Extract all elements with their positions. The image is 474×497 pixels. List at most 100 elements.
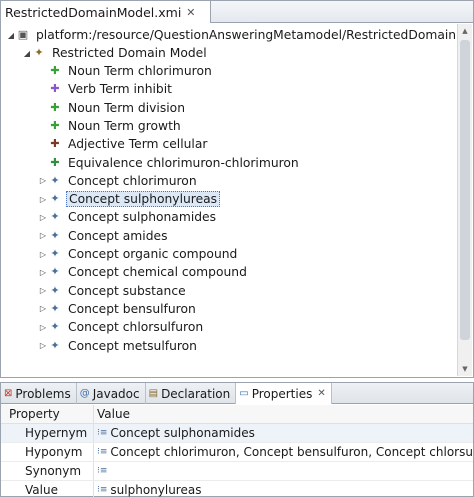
concept-term-icon: ✦ [50,173,60,187]
tree-item-label: Verb Term inhibit [68,82,172,97]
tree-item[interactable]: ✚ Adjective Term cellular [38,135,209,153]
tree-item[interactable]: ✚ Noun Term division [38,99,187,117]
tab-declaration[interactable]: ▤ Declaration [146,383,237,404]
tree-model-label: Restricted Domain Model [52,46,207,60]
adj-term-icon: ✚ [50,137,60,151]
tree-item[interactable]: ✚ Noun Term growth [38,117,183,135]
property-value[interactable]: ⁝≡ Concept chlorimuron, Concept bensulfur… [94,443,473,461]
tree-item[interactable]: ▷ ✦ Concept amides [38,227,169,245]
property-value-text: Concept sulphonamides [110,426,255,440]
property-row[interactable]: Hypernym ⁝≡ Concept sulphonamides [1,424,473,443]
tree-item[interactable]: ✚ Verb Term inhibit [38,80,174,98]
collapsed-arrow-icon[interactable]: ▷ [38,250,48,259]
property-value[interactable]: ⁝≡ Concept sulphonamides [94,424,473,442]
editor-tab-restricted-domain-model[interactable]: RestrictedDomainModel.xmi ✕ [1,1,211,23]
tree-item-label: Noun Term growth [68,118,181,133]
property-row[interactable]: Value ⁝≡ sulphonylureas [1,481,473,497]
collapsed-arrow-icon[interactable]: ▷ [38,213,48,222]
tree-root-resource[interactable]: ◢ ▣ platform:/resource/QuestionAnswering… [6,26,457,44]
property-row[interactable]: Hyponym ⁝≡ Concept chlorimuron, Concept be… [1,443,473,462]
tab-javadoc[interactable]: @ Javadoc [77,383,146,404]
scroll-up-arrow-icon[interactable]: ▲ [458,24,472,38]
tree-item-label: Concept substance [68,283,186,298]
tree-item-label: Equivalence chlorimuron-chlorimuron [68,155,299,170]
verb-term-icon: ✚ [50,82,60,96]
tree-item[interactable]: ▷ ✦ Concept sulphonamides [38,208,218,226]
collapsed-arrow-icon[interactable]: ▷ [38,304,48,313]
tree-item-label: Concept chlorimuron [68,173,197,188]
collapsed-arrow-icon[interactable]: ▷ [38,286,48,295]
expanded-arrow-icon[interactable]: ◢ [6,31,16,40]
tree-item-label: Concept bensulfuron [68,301,196,316]
property-row[interactable]: Synonym ⁝≡ [1,462,473,481]
expanded-arrow-icon[interactable]: ◢ [22,49,32,58]
collapsed-arrow-icon[interactable]: ▷ [38,195,48,204]
editor-tab-label: RestrictedDomainModel.xmi [5,4,182,20]
editor-tab-bar: RestrictedDomainModel.xmi ✕ [1,1,473,23]
tree-model-node[interactable]: ◢ ✦ Restricted Domain Model [22,44,209,62]
property-name: Value [1,481,94,497]
concept-term-icon: ✦ [50,265,60,279]
tree-item-label: Concept metsulfuron [68,338,197,353]
close-icon[interactable]: ✕ [186,6,195,19]
tree-item[interactable]: ▷ ✦ Concept chlorsulfuron [38,318,205,336]
declaration-icon: ▤ [148,388,159,399]
concept-term-icon: ✦ [50,338,60,352]
tree-item[interactable]: ▷ ✦ Concept sulphonylureas [38,190,221,208]
collapsed-arrow-icon[interactable]: ▷ [38,231,48,240]
tree-item[interactable]: ✚ Equivalence chlorimuron-chlorimuron [38,154,301,172]
xmi-editor: RestrictedDomainModel.xmi ✕ ◢ ▣ platform… [0,0,474,378]
tab-properties-label: Properties [251,386,313,401]
tree-item[interactable]: ▷ ✦ Concept metsulfuron [38,337,199,355]
tree-item[interactable]: ▷ ✦ Concept bensulfuron [38,300,198,318]
model-diamond-icon: ✦ [34,46,44,59]
property-value-text: Concept chlorimuron, Concept bensulfuron… [110,445,473,459]
list-value-icon: ⁝≡ [97,428,108,438]
bottom-panel: ⊠ Problems @ Javadoc ▤ Declaration ▭ Pro… [0,382,474,497]
concept-term-icon: ✦ [50,228,60,242]
tree-item[interactable]: ▷ ✦ Concept substance [38,282,188,300]
properties-icon: ▭ [239,388,249,399]
property-name: Hyponym [1,443,94,461]
tree-item[interactable]: ▷ ✦ Concept organic compound [38,245,239,263]
collapsed-arrow-icon[interactable]: ▷ [38,176,48,185]
tree-item[interactable]: ▷ ✦ Concept chemical compound [38,263,249,281]
resource-icon: ▣ [17,28,29,41]
panel-tab-bar: ⊠ Problems @ Javadoc ▤ Declaration ▭ Pro… [1,383,473,404]
tree-item-label: Concept chlorsulfuron [68,320,204,335]
tab-javadoc-label: Javadoc [92,386,140,401]
list-value-icon: ⁝≡ [97,485,108,495]
properties-table: Property Value Hypernym ⁝≡ Concept sulphon… [1,405,473,497]
collapsed-arrow-icon[interactable]: ▷ [38,341,48,350]
javadoc-icon: @ [79,388,90,399]
property-value[interactable]: ⁝≡ sulphonylureas [94,481,473,497]
column-header-property[interactable]: Property [1,405,94,423]
concept-term-icon: ✦ [50,301,60,315]
tree-item-label: Concept sulphonamides [68,210,217,225]
concept-term-icon: ✦ [50,192,60,206]
close-icon[interactable]: ✕ [317,388,325,399]
concept-term-icon: ✦ [50,283,60,297]
scrollbar-thumb[interactable] [460,40,470,340]
tree-item-label: Concept amides [68,228,168,243]
tree-item-label: Concept sulphonylureas [66,191,221,208]
tree-item-label: Concept organic compound [68,247,238,261]
model-tree: ◢ ▣ platform:/resource/QuestionAnswering… [2,24,457,376]
tab-problems[interactable]: ⊠ Problems [1,383,77,404]
property-value[interactable]: ⁝≡ [94,462,473,480]
tree-item-label: Adjective Term cellular [68,137,208,152]
equiv-term-icon: ✚ [50,155,60,169]
vertical-scrollbar[interactable]: ▲ ▼ [457,24,472,376]
properties-header-row: Property Value [1,405,473,424]
scroll-down-arrow-icon[interactable]: ▼ [458,362,472,376]
list-value-icon: ⁝≡ [97,466,108,476]
tree-item[interactable]: ▷ ✦ Concept chlorimuron [38,172,199,190]
collapsed-arrow-icon[interactable]: ▷ [38,268,48,277]
concept-term-icon: ✦ [50,320,60,334]
tree-item[interactable]: ✚ Noun Term chlorimuron [38,62,214,80]
problems-icon: ⊠ [4,388,13,399]
column-header-value[interactable]: Value [94,405,473,423]
list-value-icon: ⁝≡ [97,447,108,457]
tab-properties[interactable]: ▭ Properties ✕ [236,383,332,404]
collapsed-arrow-icon[interactable]: ▷ [38,323,48,332]
